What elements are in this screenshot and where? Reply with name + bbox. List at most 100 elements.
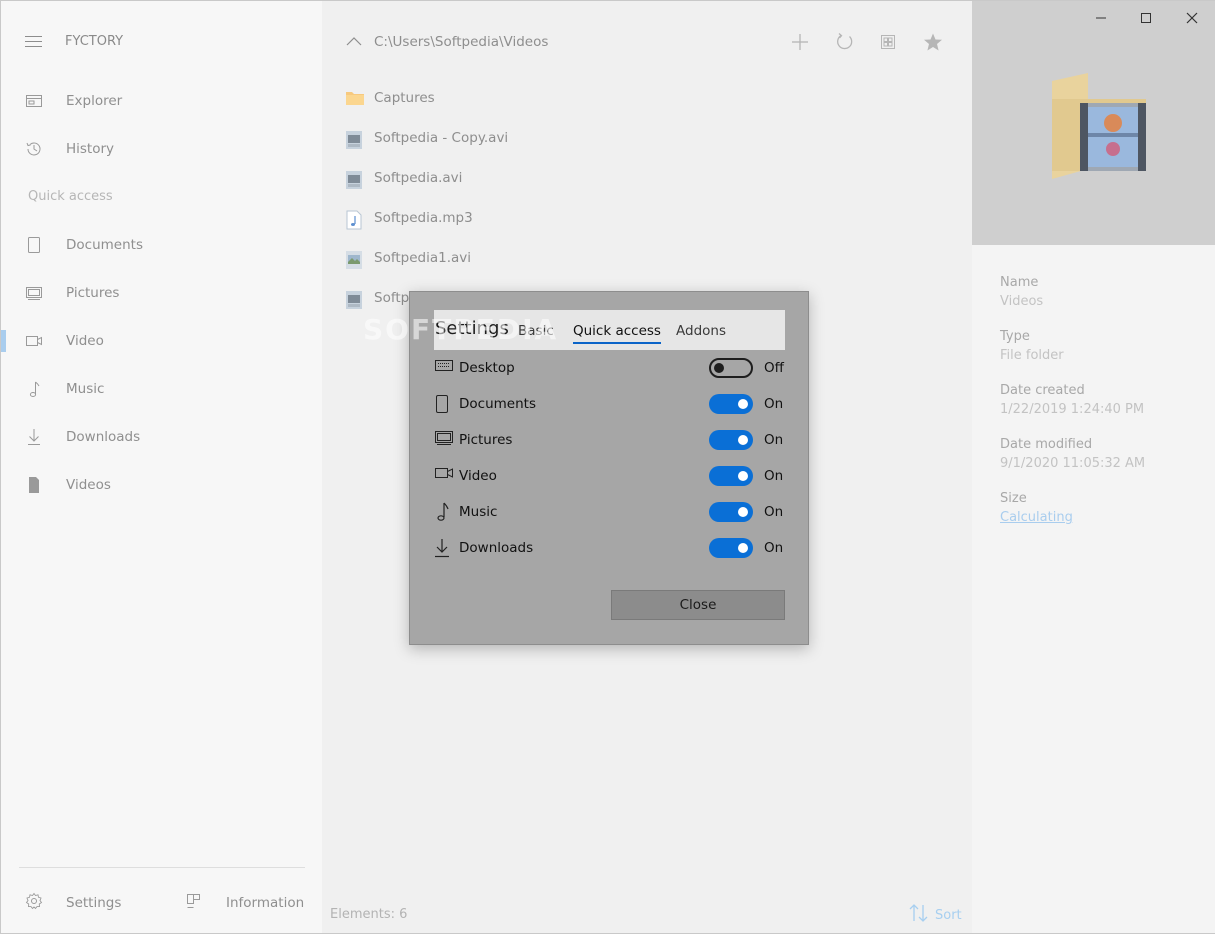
sidebar-item-label: Documents [66,237,143,253]
setting-row-music: Music On [434,497,786,527]
explorer-icon [25,92,43,110]
setting-label: Video [459,468,497,484]
sidebar-item-explorer[interactable]: Explorer [1,81,322,121]
maximize-button[interactable] [1134,7,1158,29]
download-icon [434,538,454,558]
sidebar-item-label: Video [66,333,104,349]
file-name: Softpedia - Copy.avi [374,130,509,146]
pictures-icon [434,430,454,450]
elements-count: Elements: 6 [330,907,408,922]
folder-icon [345,90,365,108]
sort-icon [908,903,930,927]
file-item[interactable]: Softpedia.mp3 [322,201,972,237]
sidebar-header: FYCTORY [1,1,322,85]
file-item[interactable]: Softpedia.avi [322,161,972,197]
refresh-icon[interactable] [834,31,856,53]
sidebar-item-label: Downloads [66,429,141,445]
toggle-state: On [764,432,784,448]
toggle-state: On [764,468,784,484]
date-modified-label: Date modified [1000,437,1093,452]
folder-preview [972,1,1215,245]
setting-label: Downloads [459,540,534,556]
minimize-button[interactable] [1089,7,1113,29]
add-icon[interactable] [789,31,811,53]
name-label: Name [1000,275,1039,290]
settings-label: Settings [66,895,122,911]
history-icon [25,140,43,158]
date-created-label: Date created [1000,383,1085,398]
close-window-button[interactable] [1180,7,1204,29]
date-modified-value: 9/1/2020 11:05:32 AM [1000,456,1146,471]
toggle-state: On [764,396,784,412]
type-label: Type [1000,329,1030,344]
document-icon [25,236,43,254]
quick-access-header: Quick access [28,189,113,204]
sort-label: Sort [935,907,962,923]
star-icon[interactable] [922,31,944,53]
desktop-icon [434,358,454,378]
toggle-documents[interactable] [709,394,753,414]
file-name: Softpedia1.avi [374,250,471,266]
sort-button[interactable]: Sort [908,903,962,927]
date-created-value: 1/22/2019 1:24:40 PM [1000,402,1145,417]
sidebar-item-label: Videos [66,477,111,493]
type-value: File folder [1000,348,1064,363]
view-grid-icon[interactable] [877,31,899,53]
video-file-icon [345,170,365,189]
softpedia-watermark: SOFTPEDIA [363,313,559,346]
setting-row-downloads: Downloads On [434,533,786,563]
sidebar-item-label: Music [66,381,105,397]
file-item[interactable]: Softpedia1.avi [322,241,972,277]
toggle-desktop[interactable] [709,358,753,378]
hamburger-menu-icon[interactable] [25,36,42,48]
video-icon [25,332,43,350]
settings-button[interactable]: Settings [25,891,121,915]
close-button[interactable]: Close [611,590,785,620]
setting-row-pictures: Pictures On [434,425,786,455]
chevron-up-icon[interactable] [346,35,362,49]
information-button[interactable]: Information [186,891,304,915]
details-pane: Name Videos Type File folder Date create… [972,1,1215,933]
sidebar-item-music[interactable]: Music [1,369,322,409]
sidebar-item-pictures[interactable]: Pictures [1,273,322,313]
size-label: Size [1000,491,1027,506]
sidebar-item-history[interactable]: History [1,129,322,169]
video-icon [434,466,454,486]
sidebar-item-videos[interactable]: Videos [1,465,322,505]
sidebar-item-label: Explorer [66,93,123,109]
sidebar-item-video[interactable]: Video [1,321,322,361]
videos-folder-large-icon [1050,71,1150,190]
pictures-icon [25,284,43,302]
information-icon [186,893,202,913]
toggle-state: On [764,504,784,520]
toggle-downloads[interactable] [709,538,753,558]
setting-row-video: Video On [434,461,786,491]
tab-addons[interactable]: Addons [676,323,726,339]
setting-label: Desktop [459,360,515,376]
video-file-icon [345,130,365,149]
toggle-video[interactable] [709,466,753,486]
music-icon [434,502,454,522]
tab-quick-access[interactable]: Quick access [573,323,661,344]
sidebar-item-downloads[interactable]: Downloads [1,417,322,457]
gear-icon [25,892,43,914]
sidebar-divider [19,867,305,868]
sidebar: FYCTORY Explorer History Quick access Do… [1,1,322,933]
file-item-captures[interactable]: Captures [322,81,972,117]
current-path: C:\Users\Softpedia\Videos [374,34,549,50]
document-icon [434,394,454,414]
file-name: Softpedia.avi [374,170,463,186]
toggle-state: On [764,540,784,556]
app-window: FYCTORY Explorer History Quick access Do… [0,0,1215,934]
sidebar-item-label: Pictures [66,285,120,301]
sidebar-item-documents[interactable]: Documents [1,225,322,265]
setting-label: Pictures [459,432,513,448]
setting-row-desktop: Desktop Off [434,353,786,383]
videos-folder-icon [25,476,43,494]
toggle-pictures[interactable] [709,430,753,450]
size-calculating-link[interactable]: Calculating [1000,510,1073,525]
file-name: Softpedia.mp3 [374,210,473,226]
file-item[interactable]: Softpedia - Copy.avi [322,121,972,157]
toggle-music[interactable] [709,502,753,522]
setting-label: Music [459,504,498,520]
